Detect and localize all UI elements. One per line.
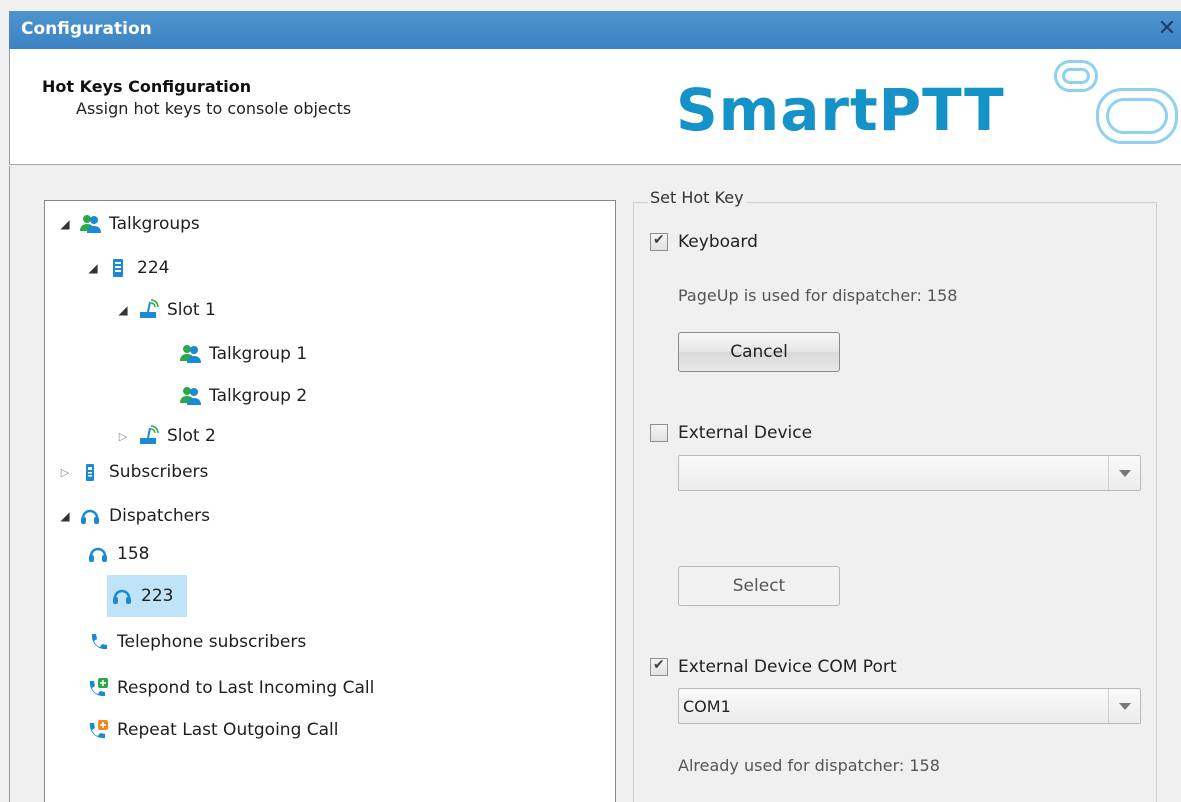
chevron-down-icon[interactable] <box>1108 456 1140 490</box>
checkbox-box[interactable] <box>650 424 668 442</box>
console-objects-tree[interactable]: ◢ Talkgroups ◢ 224 ◢ Slot 1 Talkgroup 1 … <box>44 200 616 802</box>
window-titlebar: Configuration ✕ <box>9 11 1181 49</box>
checkbox-box[interactable] <box>650 232 668 251</box>
headset-icon <box>87 543 109 565</box>
logo-ring-large <box>1096 88 1178 144</box>
keyboard-label: Keyboard <box>678 232 758 252</box>
page-title: Hot Keys Configuration <box>42 77 252 96</box>
tree-item-subscribers[interactable]: ▷ Subscribers <box>59 455 209 489</box>
collapse-arrow-icon[interactable]: ◢ <box>117 303 129 317</box>
tree-item-label: Repeat Last Outgoing Call <box>117 720 339 740</box>
radio-icon <box>79 461 101 483</box>
tree-item-station-224[interactable]: ◢ 224 <box>87 251 169 285</box>
tree-item-slot-1[interactable]: ◢ Slot 1 <box>117 293 216 327</box>
tree-item-label: Talkgroup 1 <box>209 344 308 364</box>
tree-item-telephone-subscribers[interactable]: Telephone subscribers <box>87 625 306 659</box>
tree-item-slot-2[interactable]: ▷ Slot 2 <box>117 419 216 453</box>
chevron-down-icon[interactable] <box>1108 689 1140 723</box>
tree-item-label: Subscribers <box>109 462 209 482</box>
headset-icon <box>111 585 133 607</box>
com-port-status-text: Already used for dispatcher: 158 <box>678 756 940 775</box>
collapse-arrow-icon[interactable]: ◢ <box>87 261 99 275</box>
group-icon <box>79 213 101 235</box>
slot-icon <box>137 425 159 447</box>
keyboard-checkbox[interactable]: Keyboard <box>650 232 758 252</box>
tree-item-label: Respond to Last Incoming Call <box>117 678 375 698</box>
checkbox-box[interactable] <box>650 657 668 676</box>
group-icon <box>179 385 201 407</box>
tree-item-dispatcher-158[interactable]: 158 <box>87 537 149 571</box>
tree-item-label: 158 <box>117 544 150 564</box>
collapse-arrow-icon[interactable]: ◢ <box>59 217 71 231</box>
tree-item-dispatchers[interactable]: ◢ Dispatchers <box>59 499 210 533</box>
tree-item-label: Slot 1 <box>167 300 216 320</box>
com-port-label: External Device COM Port <box>678 657 897 677</box>
expand-arrow-icon[interactable]: ▷ <box>117 430 129 443</box>
tree-item-label: Talkgroup 2 <box>209 386 308 406</box>
tree-item-respond-last-call[interactable]: Respond to Last Incoming Call <box>87 671 374 705</box>
com-port-value: COM1 <box>683 697 731 716</box>
logo-text: SmartPTT <box>676 76 1005 144</box>
tree-item-label: 223 <box>141 586 174 606</box>
tree-item-repeat-last-call[interactable]: Repeat Last Outgoing Call <box>87 713 339 747</box>
external-device-checkbox[interactable]: External Device <box>650 423 812 443</box>
smartptt-logo: SmartPTT <box>676 58 1181 158</box>
external-device-select[interactable] <box>678 455 1141 491</box>
tree-item-talkgroups[interactable]: ◢ Talkgroups <box>59 207 200 241</box>
tree-item-label: 224 <box>137 258 170 278</box>
tree-item-label: Slot 2 <box>167 426 216 446</box>
tree-item-label: Talkgroups <box>109 214 200 234</box>
external-device-label: External Device <box>678 423 813 443</box>
repeater-icon <box>107 257 129 279</box>
collapse-arrow-icon[interactable]: ◢ <box>59 509 71 523</box>
headset-icon <box>79 505 101 527</box>
group-icon <box>179 343 201 365</box>
cancel-button[interactable]: Cancel <box>678 332 840 372</box>
expand-arrow-icon[interactable]: ▷ <box>59 466 71 479</box>
select-button[interactable]: Select <box>678 566 840 606</box>
tree-item-talkgroup-2[interactable]: Talkgroup 2 <box>179 379 307 413</box>
outgoing-call-icon <box>87 719 109 741</box>
phone-icon <box>87 631 109 653</box>
window-title: Configuration <box>21 19 152 39</box>
com-port-select[interactable]: COM1 <box>678 688 1141 724</box>
page-subtitle: Assign hot keys to console objects <box>76 99 352 118</box>
incoming-call-icon <box>87 677 109 699</box>
set-hot-key-legend: Set Hot Key <box>648 188 746 207</box>
tree-item-label: Telephone subscribers <box>117 632 307 652</box>
tree-item-label: Dispatchers <box>109 506 210 526</box>
slot-icon <box>137 299 159 321</box>
tree-item-dispatcher-223[interactable]: 223 <box>107 575 187 617</box>
tree-item-talkgroup-1[interactable]: Talkgroup 1 <box>179 337 307 371</box>
keyboard-status-text: PageUp is used for dispatcher: 158 <box>678 286 958 305</box>
close-icon[interactable]: ✕ <box>1155 17 1179 41</box>
com-port-checkbox[interactable]: External Device COM Port <box>650 657 897 677</box>
logo-ring-small <box>1054 60 1098 92</box>
